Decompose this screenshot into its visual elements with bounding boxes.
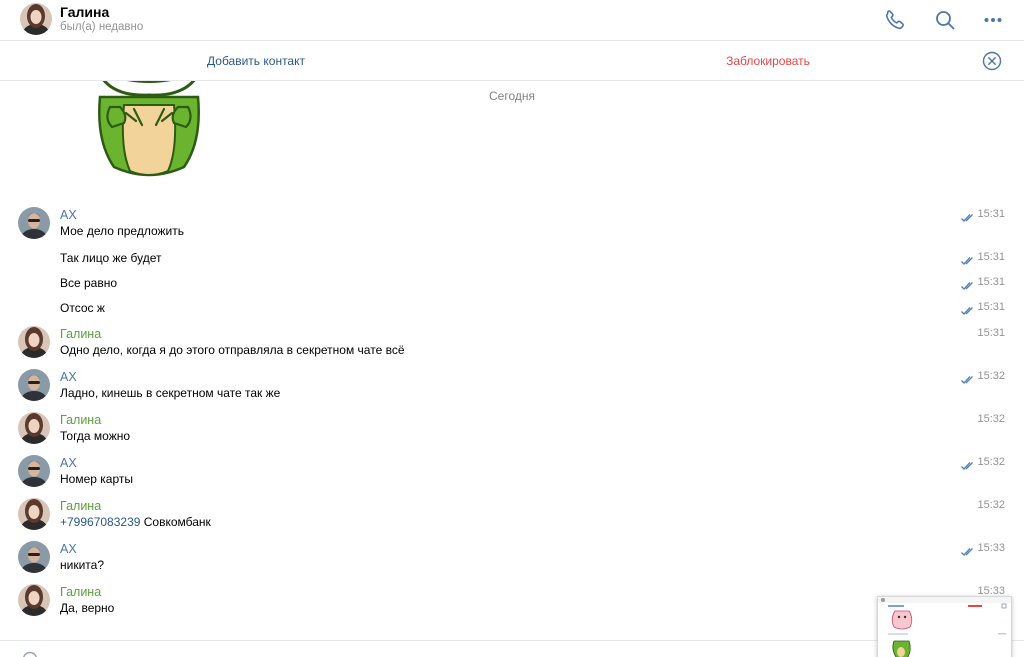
- message-author[interactable]: АХ: [60, 542, 77, 556]
- read-check-icon: [961, 372, 975, 384]
- message-time: 15:32: [977, 413, 1005, 425]
- message-time: 15:31: [977, 327, 1005, 339]
- date-separator: Сегодня: [489, 89, 535, 103]
- message-author[interactable]: АХ: [60, 370, 77, 384]
- message-text: Мое дело предложить: [60, 224, 184, 238]
- contact-name[interactable]: Галина: [60, 4, 109, 20]
- message-text: Все равно: [60, 276, 118, 290]
- message-time: 15:33: [977, 542, 1005, 554]
- add-contact-button[interactable]: Добавить контакт: [156, 54, 356, 68]
- contact-avatar[interactable]: [20, 3, 52, 35]
- read-check-icon: [961, 253, 975, 265]
- ax-avatar[interactable]: [18, 207, 50, 239]
- ax-avatar[interactable]: [18, 541, 50, 573]
- message-text: Да, верно: [60, 601, 115, 615]
- message-author[interactable]: АХ: [60, 456, 77, 470]
- message-history[interactable]: Сегодня АХ Мое дело предложить 15:31 Так…: [0, 81, 1024, 640]
- read-check-icon: [961, 303, 975, 315]
- message-text: Номер карты: [60, 472, 133, 486]
- search-icon[interactable]: [933, 8, 957, 32]
- message-author[interactable]: Галина: [60, 413, 101, 427]
- read-check-icon: [961, 278, 975, 290]
- message-time: 15:31: [977, 251, 1005, 263]
- close-icon[interactable]: [982, 51, 1002, 71]
- attach-icon[interactable]: [22, 651, 38, 657]
- ax-avatar[interactable]: [18, 455, 50, 487]
- message-time: 15:31: [977, 301, 1005, 313]
- message-author[interactable]: АХ: [60, 208, 77, 222]
- galina-avatar[interactable]: [18, 412, 50, 444]
- more-icon[interactable]: [981, 8, 1005, 32]
- message-text: Отсос ж: [60, 301, 105, 315]
- message-time: 15:32: [977, 370, 1005, 382]
- message-time: 15:32: [977, 456, 1005, 468]
- message-author[interactable]: Галина: [60, 327, 101, 341]
- chat-header: Галина был(а) недавно: [0, 0, 1024, 41]
- message-text: Ладно, кинешь в секретном чате так же: [60, 386, 281, 400]
- message-text: никита?: [60, 558, 104, 572]
- message-time: 15:31: [977, 276, 1005, 288]
- galina-avatar[interactable]: [18, 498, 50, 530]
- message-text: Так лицо же будет: [60, 251, 162, 265]
- message-text: +79967083239 Совкомбанк: [60, 515, 211, 529]
- message-time: 15:31: [977, 208, 1005, 220]
- ax-avatar[interactable]: [18, 369, 50, 401]
- phone-icon[interactable]: [883, 8, 907, 32]
- message-author[interactable]: Галина: [60, 499, 101, 513]
- message-text: Тогда можно: [60, 429, 131, 443]
- contact-action-bar: Добавить контакт Заблокировать: [0, 41, 1024, 81]
- read-check-icon: [961, 544, 975, 556]
- message-text-rest: Совкомбанк: [140, 515, 211, 529]
- galina-avatar[interactable]: [18, 584, 50, 616]
- block-button[interactable]: Заблокировать: [668, 54, 868, 68]
- message-text: Одно дело, когда я до этого отправляла в…: [60, 343, 405, 357]
- message-author[interactable]: Галина: [60, 585, 101, 599]
- read-check-icon: [961, 458, 975, 470]
- message-input-bar[interactable]: [0, 640, 1024, 657]
- read-check-icon: [961, 210, 975, 222]
- message-time: 15:32: [977, 499, 1005, 511]
- galina-avatar[interactable]: [18, 326, 50, 358]
- phone-link[interactable]: +79967083239: [60, 515, 140, 529]
- screenshot-thumbnail[interactable]: [877, 596, 1012, 657]
- contact-status: был(а) недавно: [60, 21, 144, 33]
